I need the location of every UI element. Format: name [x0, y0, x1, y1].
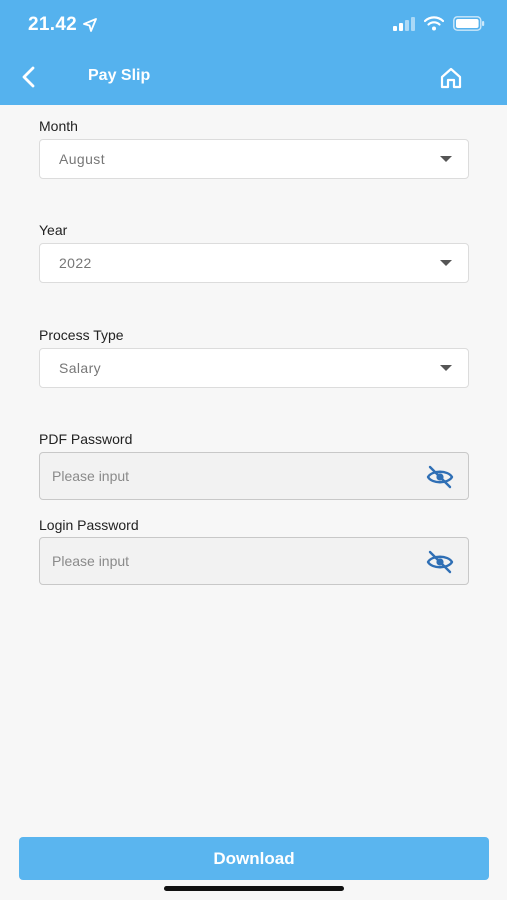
battery-icon — [453, 16, 485, 31]
year-value: 2022 — [59, 255, 92, 271]
status-bar-time: 21.42 — [28, 14, 97, 36]
login-password-field — [39, 537, 469, 585]
home-icon — [440, 67, 462, 89]
back-chevron-icon — [22, 66, 35, 88]
pdf-password-label: PDF Password — [39, 431, 133, 447]
pay-slip-screen: 21.42 Pay Slip Month August Year 2022 Pr… — [0, 0, 507, 900]
location-arrow-icon — [83, 18, 97, 32]
month-label: Month — [39, 118, 78, 134]
status-time-text: 21.42 — [28, 14, 78, 35]
status-bar-indicators — [393, 16, 485, 31]
pdf-password-input[interactable] — [52, 468, 412, 484]
login-password-input[interactable] — [52, 553, 412, 569]
year-select[interactable]: 2022 — [39, 243, 469, 283]
process-type-label: Process Type — [39, 327, 124, 343]
home-indicator[interactable] — [164, 886, 344, 891]
caret-down-icon — [440, 260, 452, 266]
app-header: 21.42 Pay Slip — [0, 0, 507, 105]
download-button[interactable]: Download — [19, 837, 489, 880]
cellular-signal-icon — [393, 16, 415, 31]
login-password-label: Login Password — [39, 517, 139, 533]
month-value: August — [59, 151, 105, 167]
eye-off-icon[interactable] — [426, 550, 454, 574]
pdf-password-field — [39, 452, 469, 500]
page-title: Pay Slip — [88, 67, 151, 84]
back-button[interactable] — [14, 62, 44, 92]
home-button[interactable] — [435, 62, 467, 94]
year-label: Year — [39, 222, 68, 238]
process-type-select[interactable]: Salary — [39, 348, 469, 388]
process-type-value: Salary — [59, 360, 102, 376]
wifi-icon — [424, 16, 444, 31]
eye-off-icon[interactable] — [426, 465, 454, 489]
month-select[interactable]: August — [39, 139, 469, 179]
caret-down-icon — [440, 156, 452, 162]
caret-down-icon — [440, 365, 452, 371]
